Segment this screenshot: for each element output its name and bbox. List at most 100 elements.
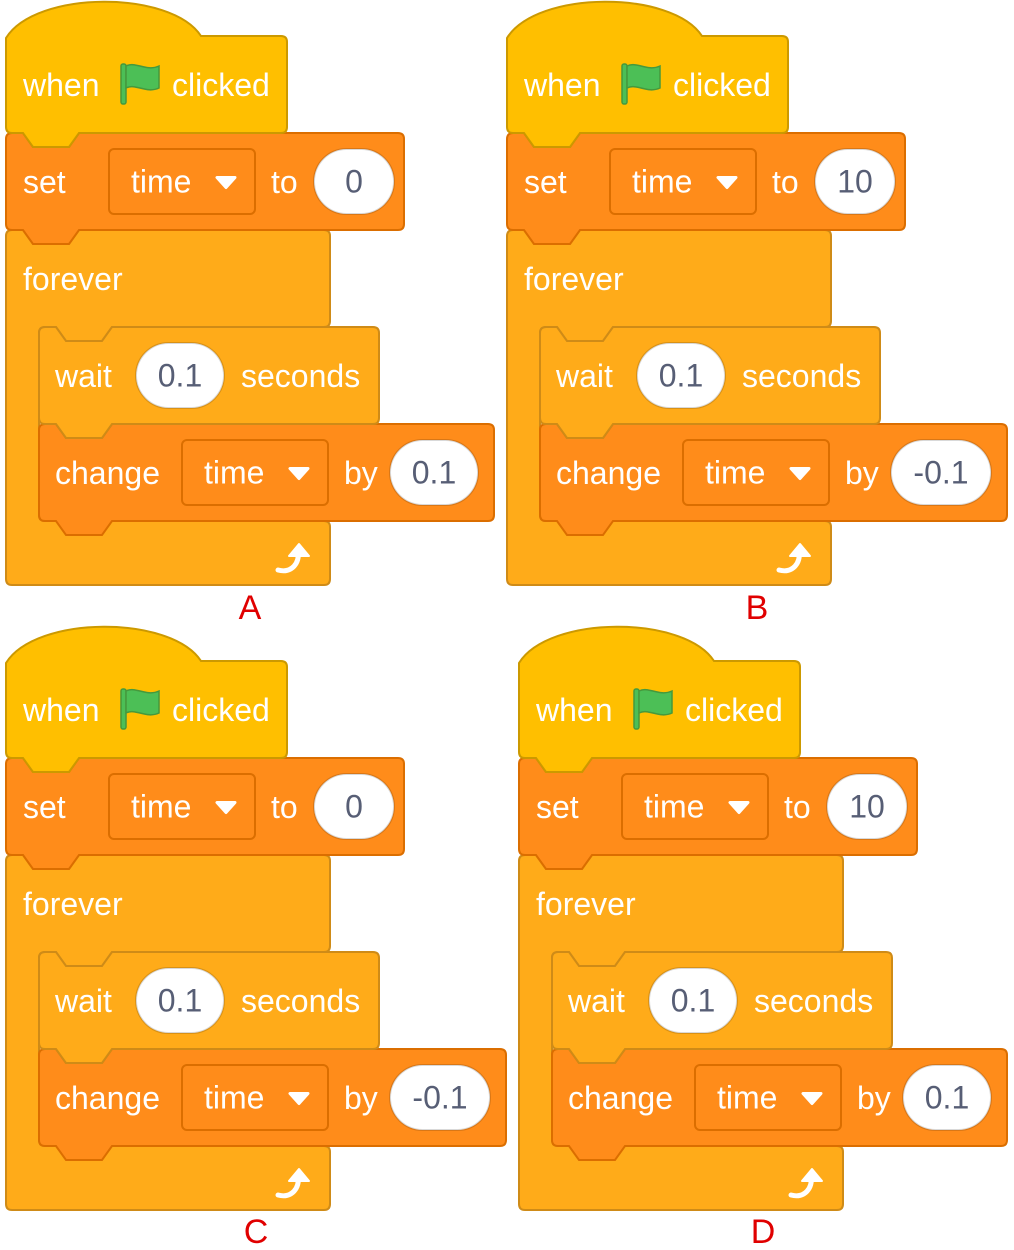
variable-dropdown[interactable]: time xyxy=(694,1064,842,1131)
change-label: change xyxy=(55,1080,160,1116)
wait-label: wait xyxy=(54,358,112,394)
by-label: by xyxy=(344,455,378,491)
forever-label: forever xyxy=(536,886,636,922)
number-value: 10 xyxy=(849,789,885,825)
forever-label: forever xyxy=(23,886,123,922)
wait-seconds-input[interactable]: 0.1 xyxy=(648,967,738,1034)
option-b-script: forever change time by -0.1 wait 0.1 seconds set… xyxy=(506,0,1008,627)
variable-dropdown[interactable]: time xyxy=(108,148,256,215)
set-label: set xyxy=(23,789,66,825)
option-label: D xyxy=(751,1213,776,1250)
clicked-label: clicked xyxy=(685,692,783,728)
option-label: A xyxy=(239,589,262,627)
wait-block[interactable]: wait 0.1 seconds xyxy=(38,951,380,1064)
wait-label: wait xyxy=(567,983,625,1019)
by-label: by xyxy=(857,1080,891,1116)
change-amount-input[interactable]: 0.1 xyxy=(389,439,479,506)
when-label: when xyxy=(22,692,100,728)
change-amount-input[interactable]: 0.1 xyxy=(902,1064,992,1131)
number-value: 0.1 xyxy=(925,1080,969,1116)
forever-label: forever xyxy=(23,261,123,297)
variable-dropdown[interactable]: time xyxy=(181,1064,329,1131)
seconds-label: seconds xyxy=(241,983,360,1019)
by-label: by xyxy=(344,1080,378,1116)
clicked-label: clicked xyxy=(172,692,270,728)
wait-seconds-input[interactable]: 0.1 xyxy=(636,342,726,409)
forever-label: forever xyxy=(524,261,624,297)
change-amount-input[interactable]: -0.1 xyxy=(890,439,992,506)
when-label: when xyxy=(523,67,601,103)
wait-block[interactable]: wait 0.1 seconds xyxy=(539,326,881,439)
wait-seconds-input[interactable]: 0.1 xyxy=(135,967,225,1034)
variable-name: time xyxy=(131,164,191,200)
set-variable-block[interactable]: set time to 10 xyxy=(518,757,918,870)
number-value: 0.1 xyxy=(158,358,202,394)
option-label: C xyxy=(244,1213,269,1250)
option-c-script: forever change time by -0.1 wait 0.1 seconds set… xyxy=(5,625,507,1250)
option-d-script: forever change time by 0.1 wait 0.1 seconds set t… xyxy=(518,625,1008,1250)
change-label: change xyxy=(55,455,160,491)
wait-label: wait xyxy=(555,358,613,394)
when-flag-clicked-hat-block[interactable]: when clicked xyxy=(518,625,801,773)
wait-label: wait xyxy=(54,983,112,1019)
set-value-input[interactable]: 0 xyxy=(313,148,395,215)
by-label: by xyxy=(845,455,879,491)
variable-name: time xyxy=(644,789,704,825)
when-flag-clicked-hat-block[interactable]: when clicked xyxy=(5,625,288,773)
wait-block[interactable]: wait 0.1 seconds xyxy=(551,951,893,1064)
set-value-input[interactable]: 10 xyxy=(814,148,896,215)
change-amount-input[interactable]: -0.1 xyxy=(389,1064,491,1131)
change-label: change xyxy=(568,1080,673,1116)
seconds-label: seconds xyxy=(241,358,360,394)
variable-name: time xyxy=(705,455,765,491)
variable-dropdown[interactable]: time xyxy=(181,439,329,506)
number-value: 0.1 xyxy=(158,983,202,1019)
number-value: -0.1 xyxy=(913,455,968,491)
variable-dropdown[interactable]: time xyxy=(621,773,769,840)
change-variable-block[interactable]: change time by -0.1 xyxy=(539,423,1008,536)
variable-dropdown[interactable]: time xyxy=(609,148,757,215)
set-label: set xyxy=(524,164,567,200)
variable-dropdown[interactable]: time xyxy=(682,439,830,506)
to-label: to xyxy=(271,789,298,825)
number-value: 0.1 xyxy=(659,358,703,394)
number-value: 0.1 xyxy=(671,983,715,1019)
clicked-label: clicked xyxy=(673,67,771,103)
to-label: to xyxy=(784,789,811,825)
variable-name: time xyxy=(204,1080,264,1116)
wait-seconds-input[interactable]: 0.1 xyxy=(135,342,225,409)
option-a-script: forever change time by 0.1 wait 0.1 seconds set t… xyxy=(5,0,495,627)
variable-name: time xyxy=(632,164,692,200)
to-label: to xyxy=(271,164,298,200)
set-label: set xyxy=(23,164,66,200)
seconds-label: seconds xyxy=(742,358,861,394)
when-flag-clicked-hat-block[interactable]: when clicked xyxy=(506,0,789,148)
number-value: 0 xyxy=(345,789,363,825)
variable-dropdown[interactable]: time xyxy=(108,773,256,840)
change-variable-block[interactable]: change time by -0.1 xyxy=(38,1048,507,1161)
set-value-input[interactable]: 10 xyxy=(826,773,908,840)
change-variable-block[interactable]: change time by 0.1 xyxy=(551,1048,1008,1161)
to-label: to xyxy=(772,164,799,200)
seconds-label: seconds xyxy=(754,983,873,1019)
set-variable-block[interactable]: set time to 10 xyxy=(506,132,906,245)
number-value: 0 xyxy=(345,164,363,200)
change-label: change xyxy=(556,455,661,491)
scratch-script-options: forever change time by 0.1 wait 0.1 seconds set t… xyxy=(5,0,1008,1250)
when-label: when xyxy=(535,692,613,728)
number-value: 10 xyxy=(837,164,873,200)
change-variable-block[interactable]: change time by 0.1 xyxy=(38,423,495,536)
set-variable-block[interactable]: set time to 0 xyxy=(5,757,405,870)
variable-name: time xyxy=(204,455,264,491)
set-variable-block[interactable]: set time to 0 xyxy=(5,132,405,245)
variable-name: time xyxy=(717,1080,777,1116)
set-value-input[interactable]: 0 xyxy=(313,773,395,840)
wait-block[interactable]: wait 0.1 seconds xyxy=(38,326,380,439)
variable-name: time xyxy=(131,789,191,825)
when-label: when xyxy=(22,67,100,103)
clicked-label: clicked xyxy=(172,67,270,103)
when-flag-clicked-hat-block[interactable]: when clicked xyxy=(5,0,288,148)
number-value: 0.1 xyxy=(412,455,456,491)
number-value: -0.1 xyxy=(412,1080,467,1116)
option-label: B xyxy=(746,589,769,627)
